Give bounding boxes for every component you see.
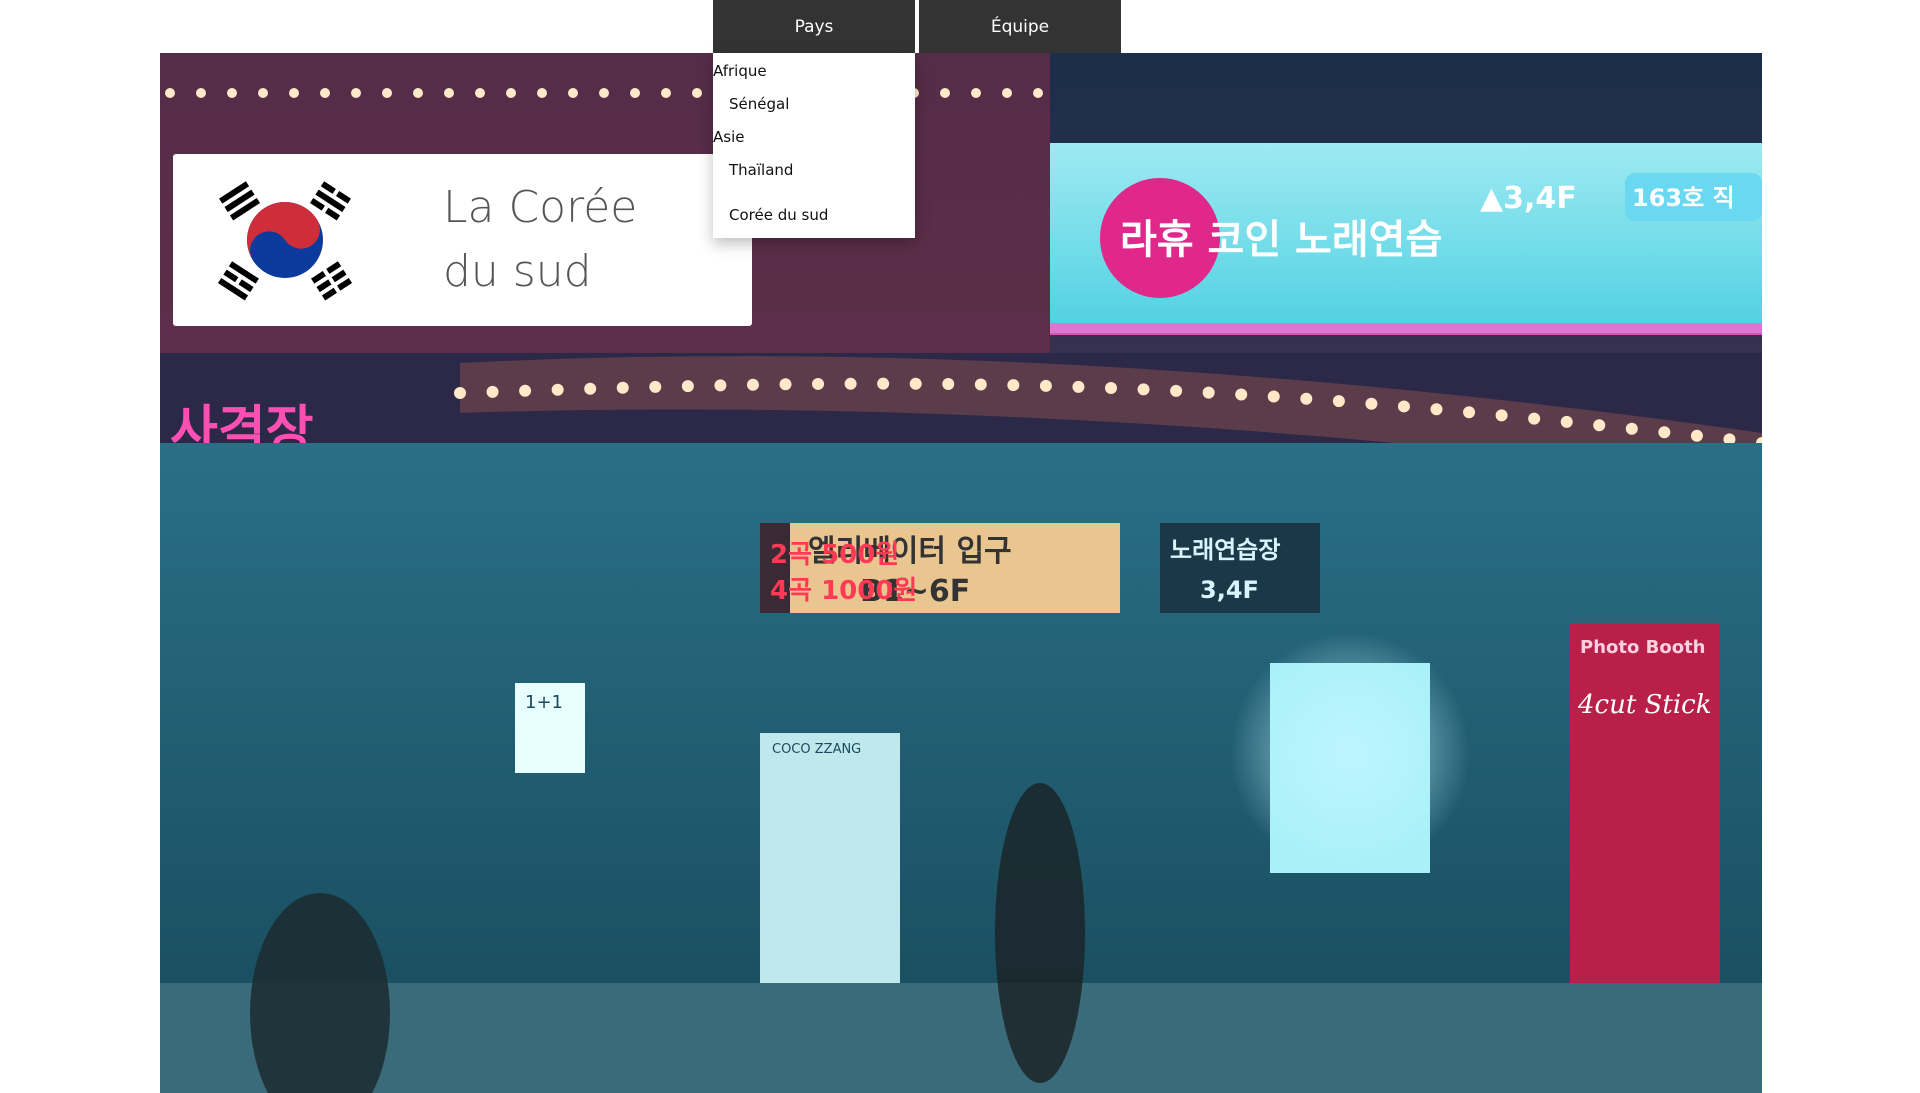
dropdown-group-asie: Asie <box>713 128 745 146</box>
marquee-bulb <box>812 377 825 390</box>
dropdown-item-coree-du-sud[interactable]: Corée du sud <box>713 199 915 232</box>
marquee-bulb <box>413 88 423 98</box>
marquee-bulb <box>444 88 454 98</box>
marquee-bulb <box>1463 406 1476 419</box>
country-card: La Corée du sud <box>173 154 752 326</box>
marquee-bulb <box>616 381 629 394</box>
marquee-bulb <box>519 384 532 397</box>
marquee-bulb <box>681 380 694 393</box>
marquee-bulb <box>320 88 330 98</box>
marquee-bulb <box>909 377 922 390</box>
marquee-bulb <box>649 380 662 393</box>
marquee-bulb <box>1300 392 1313 405</box>
prize-machine-glow <box>1230 633 1470 873</box>
marquee-bulb <box>599 88 609 98</box>
neon-sign-strip <box>1050 323 1762 335</box>
neon-floor-badge: ▲3,4F <box>1480 181 1577 216</box>
marquee-bulb <box>486 385 499 398</box>
marquee-bulb <box>1430 403 1443 416</box>
marquee-bulb <box>258 88 268 98</box>
marquee-bulb <box>351 88 361 98</box>
marquee-bulb <box>537 88 547 98</box>
price-sign-1: 2곡 500원 <box>770 540 899 570</box>
photo-booth-script: 4cut Stick <box>1577 690 1711 720</box>
karaoke-sign-text: 노래연습장 <box>1170 536 1280 564</box>
marquee-bulb <box>1658 426 1671 439</box>
marquee-bulb <box>454 387 466 399</box>
price-sign-2: 4곡 1000원 <box>770 576 917 606</box>
marquee-bulb <box>1033 88 1043 98</box>
marquee-bulb <box>1039 379 1052 392</box>
kiosk-label: 1+1 <box>525 692 563 713</box>
marquee-bulb <box>1365 397 1378 410</box>
marquee-bulb <box>1002 88 1012 98</box>
room-sign-text: 163호 직 <box>1632 184 1735 212</box>
marquee-bulb <box>1690 429 1703 442</box>
marquee-bulb <box>475 88 485 98</box>
marquee-bulb <box>746 378 759 391</box>
marquee-bulb <box>1267 390 1280 403</box>
dropdown-group-afrique: Afrique <box>713 62 767 80</box>
marquee-bulb <box>1137 383 1150 396</box>
dropdown-item-senegal[interactable]: Sénégal <box>713 88 915 121</box>
marquee-bulb <box>940 88 950 98</box>
south-korea-flag-icon <box>217 181 353 301</box>
marquee-bulb <box>196 88 206 98</box>
tab-equipe[interactable]: Équipe <box>919 0 1121 53</box>
marquee-bulb <box>1007 379 1020 392</box>
photo-booth-poster <box>1570 623 1720 983</box>
marquee-bulb <box>1593 419 1606 432</box>
marquee-bulb <box>779 378 792 391</box>
marquee-bulb <box>630 88 640 98</box>
dropdown-item-thailand[interactable]: Thaïland <box>713 154 915 187</box>
marquee-bulb <box>1625 422 1638 435</box>
marquee-bulb <box>1528 412 1541 425</box>
marquee-bulb <box>1072 380 1085 393</box>
marquee-bulb <box>661 88 671 98</box>
marquee-bulb <box>551 383 564 396</box>
pays-dropdown-menu: Afrique Sénégal Asie Thaïland Corée du s… <box>713 53 915 238</box>
marquee-bulb <box>1235 388 1248 401</box>
marquee-bulb <box>1332 395 1345 408</box>
marquee-bulb <box>942 378 955 391</box>
country-title: La Corée du sud <box>443 182 638 297</box>
marquee-bulb <box>1560 415 1573 428</box>
marquee-bulb <box>568 88 578 98</box>
claw-machine <box>760 733 900 983</box>
marquee-bulb <box>1495 409 1508 422</box>
marquee-bulb <box>692 88 702 98</box>
marquee-bulb <box>971 88 981 98</box>
marquee-bulb <box>1202 386 1215 399</box>
marquee-bulb <box>289 88 299 98</box>
marquee-bulb <box>844 377 857 390</box>
nav-item-equipe: Équipe <box>919 0 1121 53</box>
marquee-bulb <box>382 88 392 98</box>
karaoke-floor-text: 3,4F <box>1200 576 1259 604</box>
marquee-bulb <box>506 88 516 98</box>
dropdown-spacer <box>713 187 915 199</box>
tab-pays[interactable]: Pays <box>713 0 915 53</box>
marquee-bulb <box>877 377 890 390</box>
marquee-bulb <box>584 382 597 395</box>
photo-booth-title: Photo Booth <box>1580 637 1705 658</box>
marquee-bulb <box>1105 382 1117 394</box>
pedestrian-silhouette-center <box>995 783 1085 1083</box>
marquee-bulb <box>974 378 987 391</box>
claw-machine-label: COCO ZZANG <box>772 742 861 757</box>
main-nav: Pays Afrique Sénégal Asie Thaïland Corée… <box>713 0 1121 238</box>
marquee-bulb <box>165 88 175 98</box>
marquee-bulb <box>227 88 237 98</box>
sidewalk <box>160 983 1762 1093</box>
marquee-bulb <box>1170 384 1183 397</box>
neon-sign-main-text: 라휴 코인 노래연습 <box>1120 217 1442 263</box>
marquee-bulb <box>714 379 727 392</box>
nav-item-pays: Pays Afrique Sénégal Asie Thaïland Corée… <box>713 0 915 238</box>
marquee-bulb <box>1397 400 1410 413</box>
